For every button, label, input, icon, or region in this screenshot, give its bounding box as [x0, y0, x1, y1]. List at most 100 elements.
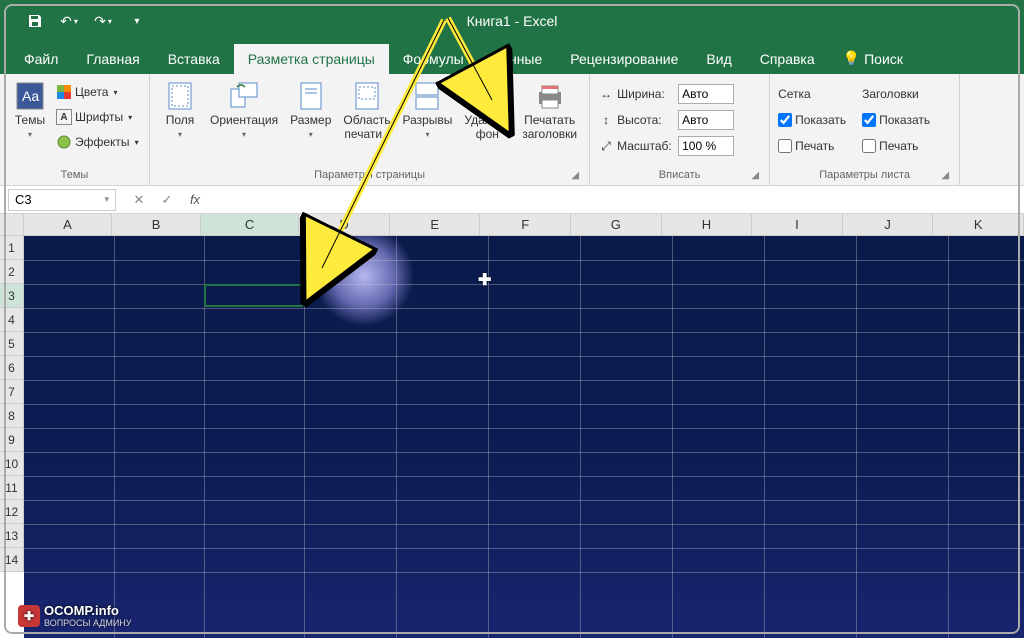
tab-review[interactable]: Рецензирование [556, 44, 692, 74]
row-header[interactable]: 12 [0, 500, 24, 524]
column-header[interactable]: C [201, 214, 299, 236]
tab-view[interactable]: Вид [692, 44, 745, 74]
group-page-setup: Поля ▾ Ориентация ▾ Размер ▾ Областьпеча… [150, 74, 590, 185]
dialog-launcher-icon[interactable]: ◢ [751, 170, 759, 181]
print-titles-label1: Печатать [524, 113, 575, 127]
column-header[interactable]: F [480, 214, 571, 236]
row-header[interactable]: 14 [0, 548, 24, 572]
size-icon [295, 80, 327, 112]
margins-label: Поля [166, 114, 195, 128]
dialog-launcher-icon[interactable]: ◢ [571, 170, 579, 181]
tab-formulas[interactable]: Формулы [389, 44, 478, 74]
name-box[interactable]: C3 ▾ [8, 189, 116, 211]
tab-data[interactable]: Данные [478, 44, 557, 74]
column-header[interactable]: D [299, 214, 390, 236]
tab-page-layout[interactable]: Разметка страницы [234, 44, 389, 74]
delete-background-button[interactable]: Удалитьфон [460, 78, 514, 144]
breaks-button[interactable]: Разрывы ▾ [398, 78, 456, 141]
save-icon[interactable] [20, 6, 50, 36]
watermark: ✚ OCOMP.info ВОПРОСЫ АДМИНУ [18, 603, 132, 628]
colors-icon [56, 84, 72, 100]
column-header[interactable]: K [933, 214, 1024, 236]
tab-file[interactable]: Файл [10, 44, 72, 74]
watermark-icon: ✚ [18, 605, 40, 627]
tab-home[interactable]: Главная [72, 44, 153, 74]
print-area-icon [351, 80, 383, 112]
headings-print-checkbox[interactable] [862, 139, 876, 153]
row-header[interactable]: 7 [0, 380, 24, 404]
cancel-icon[interactable]: ✕ [128, 189, 150, 211]
column-header[interactable]: E [390, 214, 481, 236]
redo-icon[interactable]: ↷▾ [88, 6, 118, 36]
print-titles-button[interactable]: Печататьзаголовки [518, 78, 581, 144]
row-header[interactable]: 1 [0, 236, 24, 260]
selected-cell[interactable] [204, 284, 303, 307]
select-all-corner[interactable] [0, 214, 24, 236]
column-header[interactable]: A [24, 214, 113, 236]
gridlines-show-checkbox[interactable] [778, 113, 792, 127]
scale-input[interactable] [678, 136, 734, 156]
column-header[interactable]: G [571, 214, 662, 236]
gridlines-print-checkbox[interactable] [778, 139, 792, 153]
effects-button[interactable]: Эффекты▾ [56, 130, 139, 154]
row-header[interactable]: 3 [0, 284, 24, 308]
size-button[interactable]: Размер ▾ [286, 78, 335, 141]
tell-me-search[interactable]: 💡 Поиск [829, 43, 917, 74]
fonts-button[interactable]: A Шрифты▾ [56, 105, 139, 129]
row-header[interactable]: 4 [0, 308, 24, 332]
width-label: Ширина: [617, 87, 675, 101]
themes-button[interactable]: Aa Темы ▾ [8, 78, 52, 141]
height-label: Высота: [617, 113, 675, 127]
background-icon [471, 80, 503, 112]
headings-show-checkbox[interactable] [862, 113, 876, 127]
column-header[interactable]: H [662, 214, 753, 236]
dialog-launcher-icon[interactable]: ◢ [941, 170, 949, 181]
undo-icon[interactable]: ↶▾ [54, 6, 84, 36]
row-header[interactable]: 9 [0, 428, 24, 452]
breaks-icon [411, 80, 443, 112]
tab-insert[interactable]: Вставка [154, 44, 234, 74]
enter-icon[interactable]: ✓ [156, 189, 178, 211]
print-area-button[interactable]: Областьпечати ▾ [339, 78, 394, 144]
breaks-label: Разрывы [402, 114, 452, 128]
formula-input[interactable] [206, 189, 1024, 211]
column-header[interactable]: J [843, 214, 934, 236]
delete-bg-label2: фон [476, 127, 499, 141]
formula-bar: C3 ▾ ✕ ✓ fx [0, 186, 1024, 214]
tab-help[interactable]: Справка [746, 44, 829, 74]
dropdown-caret-icon: ▾ [242, 130, 246, 139]
row-header[interactable]: 11 [0, 476, 24, 500]
row-header[interactable]: 2 [0, 260, 24, 284]
print-area-label1: Область [343, 113, 390, 127]
margins-icon [164, 80, 196, 112]
margins-button[interactable]: Поля ▾ [158, 78, 202, 141]
worksheet-grid[interactable]: ABCDEFGHIJK 1234567891011121314 ✚ ✚ OCOM… [0, 214, 1024, 638]
fonts-icon: A [56, 109, 72, 125]
column-header[interactable]: B [112, 214, 201, 236]
colors-button[interactable]: Цвета▾ [56, 80, 139, 104]
print-titles-label2: заголовки [522, 127, 577, 141]
headings-show-label: Показать [879, 113, 930, 127]
dropdown-caret-icon: ▾ [104, 194, 109, 205]
orientation-icon [228, 80, 260, 112]
window-title: Книга1 - Excel [467, 13, 558, 29]
lightbulb-icon: 💡 [843, 50, 860, 67]
row-header[interactable]: 13 [0, 524, 24, 548]
orientation-button[interactable]: Ориентация ▾ [206, 78, 282, 141]
delete-bg-label1: Удалить [464, 113, 510, 127]
fx-icon[interactable]: fx [184, 189, 206, 211]
height-input[interactable] [678, 110, 734, 130]
group-scale-label: Вписать [659, 169, 701, 181]
row-header[interactable]: 5 [0, 332, 24, 356]
row-header[interactable]: 8 [0, 404, 24, 428]
row-header[interactable]: 10 [0, 452, 24, 476]
dropdown-caret-icon: ▾ [28, 130, 32, 139]
group-sheet-options: Сетка Показать Печать Заголовки Показать… [770, 74, 960, 185]
column-header[interactable]: I [752, 214, 843, 236]
watermark-sub: ВОПРОСЫ АДМИНУ [44, 618, 132, 628]
row-header[interactable]: 6 [0, 356, 24, 380]
qat-customize-icon[interactable]: ▾ [122, 6, 152, 36]
orientation-label: Ориентация [210, 114, 278, 128]
width-input[interactable] [678, 84, 734, 104]
gridlines-print-label: Печать [795, 139, 834, 153]
